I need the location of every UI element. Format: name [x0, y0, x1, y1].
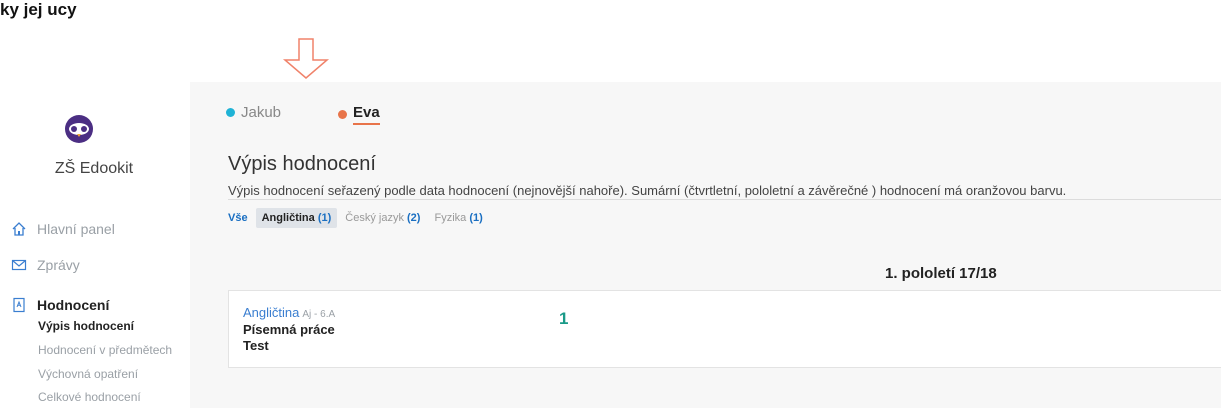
nav-label: Hodnocení	[37, 297, 110, 313]
filter-physics[interactable]: Fyzika (1)	[428, 208, 488, 228]
grade-subject-link[interactable]: Angličtina	[243, 305, 299, 320]
sub-item-grade-list[interactable]: Výpis hodnocení	[38, 319, 134, 333]
filter-label: Angličtina	[261, 212, 315, 224]
student-name: Jakub	[241, 104, 282, 121]
grade-work-name: Písemná práce	[243, 322, 335, 337]
grade-card[interactable]: Angličtina Aj - 6.A Písemná práce Test 1	[228, 290, 1221, 368]
down-arrow-icon	[282, 38, 330, 79]
page-description: Výpis hodnocení seřazený podle data hodn…	[228, 183, 1067, 198]
sub-item-disciplinary[interactable]: Výchovná opatření	[38, 367, 138, 381]
nav-item-dashboard[interactable]: Hlavní panel	[10, 220, 115, 238]
grade-work-type: Test	[243, 338, 269, 353]
owl-logo-icon	[65, 115, 93, 143]
nav-label: Hlavní panel	[37, 221, 115, 237]
sub-item-overall-grades[interactable]: Celkové hodnocení	[38, 390, 141, 404]
student-name: Eva	[353, 104, 380, 125]
filter-all[interactable]: Vše	[222, 208, 254, 228]
nav-item-messages[interactable]: Zprávy	[10, 256, 80, 274]
filter-label: Český jazyk	[345, 212, 404, 224]
main-content: Jakub Eva Výpis hodnocení Výpis hodnocen…	[190, 82, 1221, 408]
sidebar: ZŠ Edookit Hlavní panel Zprávy Hodnocení…	[0, 82, 188, 408]
filter-label: Vše	[228, 212, 248, 224]
class-code: Aj - 6.A	[302, 309, 336, 320]
grade-value: 1	[559, 309, 569, 328]
grade-document-icon	[10, 296, 28, 314]
student-tab-eva[interactable]: Eva	[338, 104, 380, 125]
filter-english[interactable]: Angličtina (1)	[255, 208, 338, 228]
filter-count: (2)	[407, 212, 421, 224]
nav-item-grades[interactable]: Hodnocení	[10, 296, 109, 314]
filter-count: (1)	[317, 212, 332, 224]
subject-filter-bar: Vše Angličtina (1) Český jazyk (2) Fyzik…	[222, 208, 491, 228]
student-tab-jakub[interactable]: Jakub	[226, 104, 281, 121]
sub-item-subject-grades[interactable]: Hodnocení v předmětech	[38, 343, 172, 357]
divider	[228, 199, 1221, 200]
page-title: Výpis hodnocení	[228, 153, 376, 175]
envelope-icon	[10, 256, 28, 274]
filter-label: Fyzika	[434, 212, 467, 224]
home-icon	[10, 220, 28, 238]
filter-count: (1)	[469, 212, 483, 224]
school-name: ZŠ Edookit	[54, 160, 134, 177]
period-heading: 1. pololetí 17/18	[885, 265, 997, 282]
grade-subject-line: Angličtina Aj - 6.A	[243, 305, 335, 320]
caption-text: ky jej ucy	[0, 0, 77, 19]
student-color-dot	[338, 110, 347, 119]
nav-label: Zprávy	[37, 257, 80, 273]
top-caption: ky jej ucy	[0, 0, 1221, 40]
filter-czech[interactable]: Český jazyk (2)	[339, 208, 426, 228]
student-color-dot	[226, 108, 235, 117]
